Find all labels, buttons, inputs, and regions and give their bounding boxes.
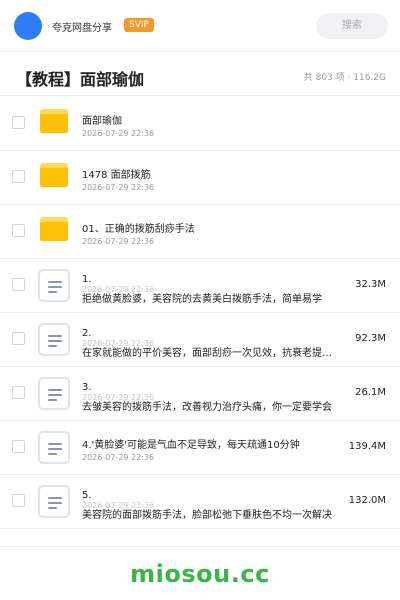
item-name-line2: 拒绝做黄脸婆，美容院的去黄美白拨筋手法，简单易学 [82,294,322,305]
list-item[interactable]: 1. 2026-07-29 22:36 拒绝做黄脸婆，美容院的去黄美白拨筋手法，… [0,259,400,313]
item-name: 1478 面部拨筋 [82,170,151,181]
item-name: 01、正确的拨筋刮痧手法 [82,224,195,235]
item-size: 92.3M [355,333,386,344]
item-name: 3. [82,382,92,393]
item-date: 2026-07-29 22:36 [82,237,155,246]
document-icon [38,485,70,518]
folder-title-bar: 【教程】面部瑜伽 共 803 项 · 116.2G [0,56,400,96]
folder-icon [40,109,68,133]
svip-badge: SVIP [124,18,154,32]
app-header: 夸克网盘分享 SVIP 搜索 [0,0,400,52]
item-date: 2026-07-29 22:36 [82,453,155,462]
document-icon [38,323,70,356]
document-icon [38,377,70,410]
checkbox[interactable] [12,386,25,399]
file-list: 面部瑜伽 2026-07-29 22:36 1478 面部拨筋 2026-07-… [0,97,400,529]
item-date: 2026-07-29 22:36 [82,129,155,138]
list-item[interactable]: 面部瑜伽 2026-07-29 22:36 [0,97,400,151]
list-item[interactable]: 4.'黄脸婆'可能是气血不足导致，每天疏通10分钟 2026-07-29 22:… [0,421,400,475]
checkbox[interactable] [12,224,25,237]
item-name: 5. [82,490,92,501]
search-input[interactable]: 搜索 [316,13,388,39]
item-name-line2: 去皱美容的拨筋手法，改善视力治疗头痛，你一定要学会 [82,402,332,413]
item-size: 32.3M [355,279,386,290]
list-item[interactable]: 2. 2026-07-29 22:36 在家就能做的平价美容，面部刮痧一次见效，… [0,313,400,367]
app-name: 夸克网盘分享 [52,23,112,34]
checkbox[interactable] [12,170,25,183]
item-name: 4.'黄脸婆'可能是气血不足导致，每天疏通10分钟 [82,440,300,451]
checkbox[interactable] [12,116,25,129]
list-item[interactable]: 5. 2026-07-29 22:36 美容院的面部拨筋手法，脸部松弛下垂肤色不… [0,475,400,529]
list-item[interactable]: 01、正确的拨筋刮痧手法 2026-07-29 22:36 [0,205,400,259]
avatar[interactable] [14,12,42,40]
page-title: 【教程】面部瑜伽 [16,70,145,89]
checkbox[interactable] [12,494,25,507]
item-size: 132.0M [348,495,386,506]
folder-icon [40,217,68,241]
watermark: miosou.cc [130,560,270,588]
list-item[interactable]: 1478 面部拨筋 2026-07-29 22:36 [0,151,400,205]
document-icon [38,431,70,464]
folder-summary: 共 803 项 · 116.2G [303,73,386,83]
checkbox[interactable] [12,278,25,291]
list-item[interactable]: 3. 2026-07-29 22:36 去皱美容的拨筋手法，改善视力治疗头痛，你… [0,367,400,421]
checkbox[interactable] [12,332,25,345]
item-date: 2026-07-29 22:36 [82,183,155,192]
folder-icon [40,163,68,187]
item-name-line2: 美容院的面部拨筋手法，脸部松弛下垂肤色不均一次解决 [82,510,332,521]
item-size: 139.4M [348,441,386,452]
document-icon [38,269,70,302]
item-name: 1. [82,274,92,285]
item-name: 面部瑜伽 [82,116,122,127]
divider [0,546,400,547]
item-name: 2. [82,328,92,339]
item-name-line2: 在家就能做的平价美容，面部刮痧一次见效，抗衰老提拉紧致 [82,348,340,359]
checkbox[interactable] [12,440,25,453]
item-size: 26.1M [355,387,386,398]
